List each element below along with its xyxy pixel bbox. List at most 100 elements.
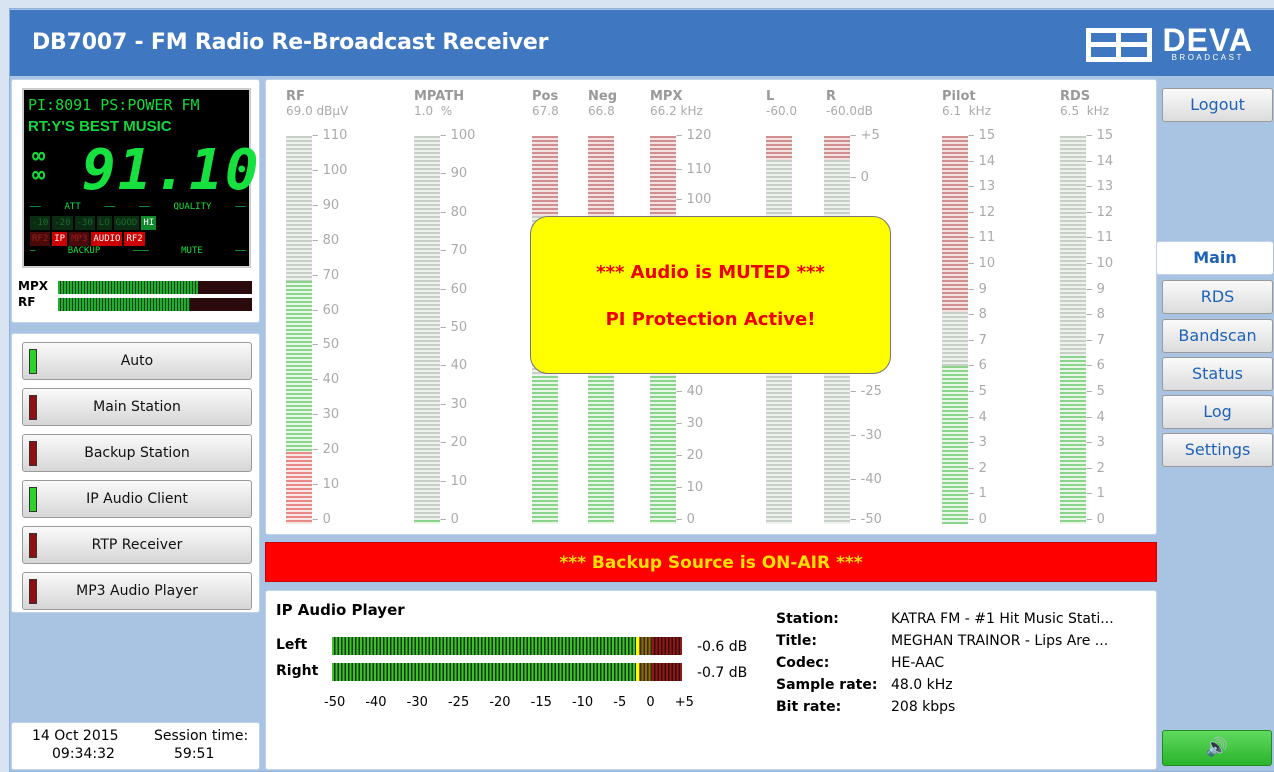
rds-tick: – 10 <box>1086 256 1114 271</box>
nav-main[interactable]: Main <box>1156 241 1273 275</box>
rf-tick: – 20 <box>312 442 340 457</box>
right-db-value: -0.7 dB <box>697 665 748 681</box>
neg-meter-label: Neg <box>588 89 618 104</box>
nav-log[interactable]: Log <box>1162 395 1273 429</box>
pilot-meter-bar <box>942 136 968 524</box>
l-overload-zone <box>766 136 792 160</box>
left-level-fill <box>332 637 638 655</box>
pilot-tick: – 13 <box>968 179 996 194</box>
lcd-frequency: 91.10 <box>82 138 261 203</box>
rds-tick: – 13 <box>1086 179 1114 194</box>
rds-tick: – 3 <box>1086 435 1105 450</box>
rf-meter-bar <box>286 136 312 524</box>
level-scale: -50 -40 -30 -25 -20 -15 -10 -5 0 +5 <box>324 695 694 710</box>
status-led <box>29 441 37 466</box>
info-row-station: Station: KATRA FM - #1 Hit Music Stati... <box>776 611 1114 627</box>
mpath-meter-label: MPATH <box>414 89 465 104</box>
rds-meter-value: 6.5 kHz <box>1060 104 1110 118</box>
source-main-station-button[interactable]: Main Station <box>22 388 252 426</box>
source-mp3-player-button[interactable]: MP3 Audio Player <box>22 572 252 610</box>
source-rtp-receiver-button[interactable]: RTP Receiver <box>22 526 252 564</box>
mpx-label: MPX <box>18 279 48 293</box>
left-peak-marker <box>636 637 639 655</box>
quality-cell: LO <box>96 216 112 230</box>
right-level-over <box>652 663 682 681</box>
left-level-warn <box>638 637 652 655</box>
rf-tick: – 60 <box>312 303 340 318</box>
pos-meter-label: Pos <box>532 89 559 104</box>
pilot-tick: – 0 <box>968 512 987 527</box>
pos-meter-value: 67.8 <box>532 104 559 118</box>
rds-meter-bar <box>1060 136 1086 524</box>
nav-bandscan[interactable]: Bandscan <box>1162 319 1273 353</box>
mpx-tick: – 0 <box>676 512 695 527</box>
mpath-tick: – 80 <box>440 205 468 220</box>
rds-tick: – 2 <box>1086 461 1105 476</box>
pilot-tick: – 4 <box>968 410 987 425</box>
speaker-icon[interactable]: 🔊 <box>1162 730 1272 766</box>
logo-wordmark: DEVA BROADCAST <box>1162 22 1253 62</box>
stream-info: Station: KATRA FM - #1 Hit Music Stati...… <box>776 611 1114 721</box>
lcd-radiotext: RT:Y'S BEST MUSIC <box>28 118 172 135</box>
r-overload-zone <box>824 136 850 160</box>
logout-button[interactable]: Logout <box>1162 88 1273 122</box>
r-tick: – -50 <box>850 512 882 527</box>
status-led <box>29 395 37 420</box>
left-level-meter <box>332 637 682 655</box>
mpx-tick: – 100 <box>676 192 712 207</box>
deva-logo: DEVA BROADCAST <box>1086 22 1253 64</box>
pilot-tick: – 6 <box>968 358 987 373</box>
mpath-tick: – 10 <box>440 474 468 489</box>
mpx-tick: – 10 <box>676 480 704 495</box>
rf-tick: – 90 <box>312 198 340 213</box>
r-meter-label: R <box>826 89 837 104</box>
session-time: 59:51 <box>174 746 215 762</box>
nav-rds[interactable]: RDS <box>1162 280 1273 314</box>
mpath-tick: – 30 <box>440 397 468 412</box>
lcd-panel: PI:8091 PS:POWER FM RT:Y'S BEST MUSIC ∞ ∞… <box>11 79 260 323</box>
mpath-meter-value: 1.0 % <box>414 104 453 118</box>
mpx-tick: – 20 <box>676 448 704 463</box>
mpath-meter-fill <box>414 520 440 524</box>
rf-tick: – 50 <box>312 337 340 352</box>
mpath-tick: – 20 <box>440 435 468 450</box>
info-row-title: Title: MEGHAN TRAINOR - Lips Are ... <box>776 633 1109 649</box>
mute-cell: RF2 <box>124 232 145 246</box>
info-row-sample-rate: Sample rate: 48.0 kHz <box>776 677 953 693</box>
mute-alert-text: *** Audio is MUTED *** <box>596 262 825 283</box>
nav-settings[interactable]: Settings <box>1162 433 1273 467</box>
rds-tick: – 5 <box>1086 384 1105 399</box>
pilot-tick: – 15 <box>968 128 996 143</box>
lcd-status-grid: —— ATT —— —— QUALITY —— -10 -20 -30 LO GOOD H… <box>30 202 246 256</box>
pilot-tick: – 8 <box>968 307 987 322</box>
pilot-meter-label: Pilot <box>942 89 976 104</box>
logo-mark-icon <box>1086 28 1156 62</box>
source-auto-button[interactable]: Auto <box>22 342 252 380</box>
att-cell: -10 <box>30 216 51 230</box>
pilot-tick: – 9 <box>968 282 987 297</box>
r-tick: – -30 <box>850 428 882 443</box>
rf-label: RF <box>18 295 36 309</box>
pi-protection-text: PI Protection Active! <box>605 309 816 330</box>
pilot-meter-fill <box>942 366 968 524</box>
status-led <box>29 487 37 512</box>
l-meter-value: -60.0 <box>766 104 798 118</box>
right-level-meter <box>332 663 682 681</box>
left-channel-label: Left <box>276 637 308 653</box>
pilot-tick: – 12 <box>968 205 996 220</box>
mpath-meter-bar <box>414 136 440 524</box>
source-backup-station-button[interactable]: Backup Station <box>22 434 252 472</box>
info-row-codec: Codec: HE-AAC <box>776 655 945 671</box>
rds-tick: – 9 <box>1086 282 1105 297</box>
neg-meter-fill <box>588 376 614 524</box>
mpx-meter-label: MPX <box>650 89 683 104</box>
time-text: 09:34:32 <box>52 746 115 762</box>
backup-cell: MP3 <box>69 232 90 246</box>
rds-tick: – 0 <box>1086 512 1105 527</box>
source-ip-audio-client-button[interactable]: IP Audio Client <box>22 480 252 518</box>
status-led <box>29 579 37 604</box>
nav-status[interactable]: Status <box>1162 357 1273 391</box>
att-cell: -20 <box>52 216 73 230</box>
status-led <box>29 349 37 374</box>
rf-tick: – 70 <box>312 268 340 283</box>
